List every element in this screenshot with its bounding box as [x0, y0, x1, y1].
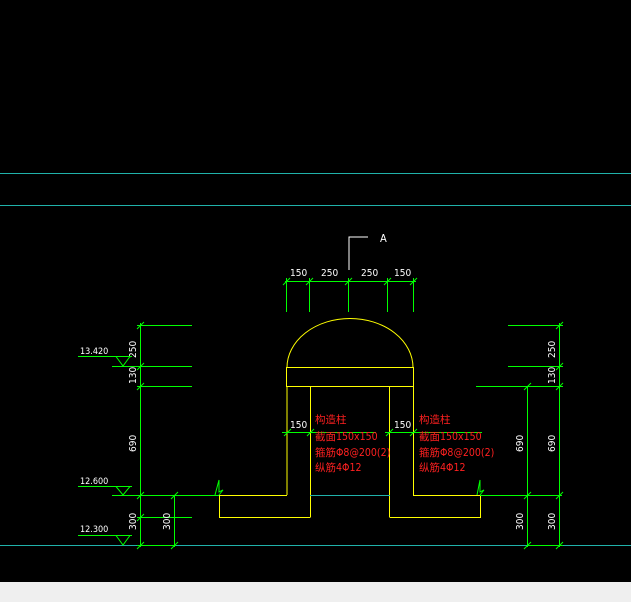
right-dim-300a: 300 [515, 513, 526, 530]
left-dim-300b: 300 [162, 513, 173, 530]
right-note-section: 截面150x150 [419, 430, 482, 443]
right-dim-250: 250 [547, 341, 558, 358]
axis-lines [0, 173, 631, 546]
top-dim-1: 150 [290, 268, 307, 279]
section-mark[interactable]: A [348, 232, 387, 270]
top-dim-2: 250 [321, 268, 338, 279]
cad-canvas[interactable]: A 150 250 250 150 250 130 690 300 300 13… [0, 0, 631, 582]
left-note-section: 截面150x150 [315, 430, 378, 443]
right-dim-690b: 690 [515, 435, 526, 452]
top-dimension [282, 277, 418, 312]
top-dim-4: 150 [394, 268, 411, 279]
status-bar [0, 582, 631, 602]
right-column-offset: 150 [394, 420, 411, 431]
top-dimension-labels: 150 250 250 150 [290, 268, 411, 279]
right-dim-690a: 690 [547, 435, 558, 452]
level-bottom: 12.300 [80, 525, 108, 535]
left-note-rebar: 纵筋4Φ12 [315, 461, 361, 474]
level-mid: 12.600 [80, 477, 108, 487]
left-dim-130: 130 [128, 367, 139, 384]
left-dim-250: 250 [128, 341, 139, 358]
left-dim-690: 690 [128, 435, 139, 452]
right-note-title: 构造柱 [419, 413, 451, 426]
right-column-note[interactable]: 构造柱 截面150x150 箍筋Φ8@200(2) 纵筋4Φ12 [419, 413, 494, 474]
left-column-offset: 150 [290, 420, 307, 431]
column-offset-labels: 150 150 [290, 420, 411, 431]
level-markers [78, 356, 132, 546]
left-column-note[interactable]: 构造柱 截面150x150 箍筋Φ8@200(2) 纵筋4Φ12 [315, 413, 390, 474]
right-note-rebar: 纵筋4Φ12 [419, 461, 465, 474]
right-dim-130: 130 [547, 367, 558, 384]
right-note-stirrup: 箍筋Φ8@200(2) [419, 446, 494, 459]
right-dim-300b: 300 [547, 513, 558, 530]
section-mark-label: A [380, 232, 387, 245]
left-dimension-labels: 250 130 690 300 300 [128, 341, 173, 530]
left-dim-300a: 300 [128, 513, 139, 530]
base-line [112, 479, 562, 496]
section-drawing: A 150 250 250 150 250 130 690 300 300 13… [0, 173, 631, 550]
left-note-stirrup: 箍筋Φ8@200(2) [315, 446, 390, 459]
right-dimension-labels: 250 130 690 690 300 300 [515, 341, 558, 530]
level-top: 13.420 [80, 347, 108, 357]
top-dim-3: 250 [361, 268, 378, 279]
left-note-title: 构造柱 [315, 413, 347, 426]
level-labels: 13.420 12.600 12.300 [80, 347, 108, 535]
